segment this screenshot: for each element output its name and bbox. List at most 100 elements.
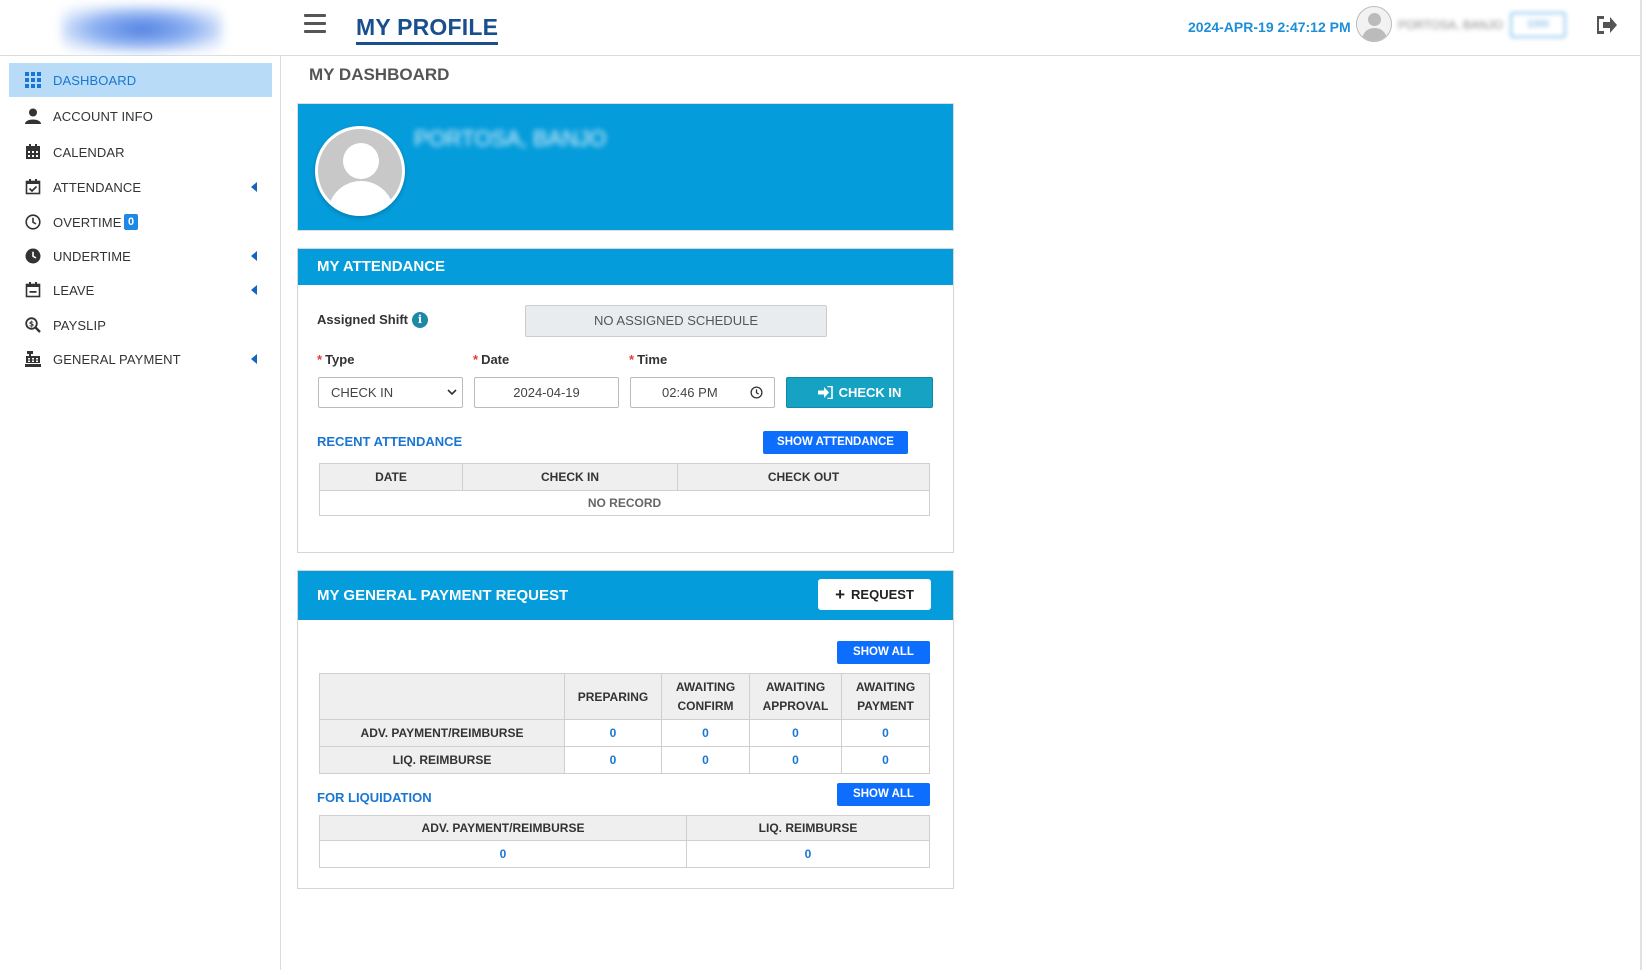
cash-register-icon xyxy=(25,351,41,367)
count-link[interactable]: 0 xyxy=(564,719,662,747)
sidebar-item-label: PAYSLIP xyxy=(53,318,106,333)
top-header: MY PROFILE 2024-APR-19 2:47:12 PM PORTOS… xyxy=(0,0,1642,56)
general-payment-panel: MY GENERAL PAYMENT REQUEST + REQUEST SHOW… xyxy=(297,570,954,889)
assigned-shift-label: Assigned Shift xyxy=(317,312,409,327)
liquidation-table: ADV. PAYMENT/REIMBURSE LIQ. REIMBURSE 0 … xyxy=(319,815,930,868)
sidebar-item-payslip[interactable]: $ PAYSLIP xyxy=(9,308,272,342)
sidebar-item-label: LEAVE xyxy=(53,283,95,298)
sidebar: DASHBOARD ACCOUNT INFO CALENDAR ATTENDAN… xyxy=(0,56,281,970)
sidebar-item-dashboard[interactable]: DASHBOARD xyxy=(9,63,272,97)
count-link[interactable]: 0 xyxy=(749,719,842,747)
general-payment-panel-header: MY GENERAL PAYMENT REQUEST + REQUEST xyxy=(298,571,953,620)
user-id-badge: 1000 xyxy=(1510,12,1566,38)
request-button-label: REQUEST xyxy=(851,587,914,602)
column-header: AWAITING CONFIRM xyxy=(661,673,750,720)
sidebar-item-label: UNDERTIME xyxy=(53,249,131,264)
column-header-empty xyxy=(319,673,565,720)
chevron-left-icon xyxy=(251,354,257,364)
column-header: CHECK OUT xyxy=(677,463,930,491)
profile-name: PORTOSA, BANJO xyxy=(414,126,607,151)
row-label: LIQ. REIMBURSE xyxy=(319,746,565,774)
recent-attendance-title: RECENT ATTENDANCE xyxy=(317,434,463,449)
recent-attendance-table: DATE CHECK IN CHECK OUT NO RECORD xyxy=(319,463,930,516)
chevron-left-icon xyxy=(251,285,257,295)
calendar-minus-icon xyxy=(25,282,41,298)
search-dollar-icon: $ xyxy=(25,317,41,333)
for-liquidation-title: FOR LIQUIDATION xyxy=(317,790,432,805)
row-label: ADV. PAYMENT/REIMBURSE xyxy=(319,719,565,747)
info-icon[interactable]: i xyxy=(412,312,428,328)
sidebar-item-attendance[interactable]: ATTENDANCE xyxy=(9,170,272,204)
sidebar-item-label: CALENDAR xyxy=(53,145,125,160)
profile-card: PORTOSA, BANJO xyxy=(297,103,954,231)
sidebar-item-label: ATTENDANCE xyxy=(53,180,142,195)
logout-icon[interactable] xyxy=(1594,14,1618,36)
attendance-panel-header: MY ATTENDANCE xyxy=(298,249,953,285)
sign-in-icon xyxy=(817,385,833,400)
sidebar-item-undertime[interactable]: UNDERTIME xyxy=(9,239,272,273)
time-field[interactable]: 02:46 PM xyxy=(630,377,775,408)
company-logo[interactable] xyxy=(62,6,222,52)
table-row: 0 0 xyxy=(319,840,930,868)
plus-icon: + xyxy=(835,585,846,604)
type-label: * Type xyxy=(317,352,355,367)
check-in-button-label: CHECK IN xyxy=(838,385,902,400)
panel-title: MY GENERAL PAYMENT REQUEST xyxy=(317,587,569,604)
column-header: AWAITING PAYMENT xyxy=(841,673,930,720)
user-name[interactable]: PORTOSA, BANJO xyxy=(1398,18,1503,32)
date-field[interactable]: 2024-04-19 xyxy=(474,377,619,408)
type-select-value: CHECK IN xyxy=(331,385,394,400)
count-link[interactable]: 0 xyxy=(319,840,687,868)
count-link[interactable]: 0 xyxy=(686,840,930,868)
table-row: LIQ. REIMBURSE 0 0 0 0 xyxy=(319,746,930,774)
calendar-check-icon xyxy=(25,179,41,195)
sidebar-item-account-info[interactable]: ACCOUNT INFO xyxy=(9,99,272,133)
time-field-value: 02:46 PM xyxy=(662,385,718,400)
user-avatar-icon[interactable] xyxy=(1356,6,1392,42)
count-link[interactable]: 0 xyxy=(841,746,930,774)
attendance-panel: MY ATTENDANCE Assigned Shift i NO ASSIGN… xyxy=(297,248,954,553)
column-header: LIQ. REIMBURSE xyxy=(686,815,930,841)
sidebar-item-general-payment[interactable]: GENERAL PAYMENT xyxy=(9,342,272,376)
clock-icon[interactable] xyxy=(750,386,763,399)
assigned-shift-field: NO ASSIGNED SCHEDULE xyxy=(525,305,827,337)
count-link[interactable]: 0 xyxy=(661,719,750,747)
overtime-count-badge: 0 xyxy=(124,214,138,230)
type-select[interactable]: CHECK IN xyxy=(318,377,463,408)
column-header: AWAITING APPROVAL xyxy=(749,673,842,720)
show-all-button[interactable]: SHOW ALL xyxy=(837,641,930,664)
svg-text:$: $ xyxy=(29,319,34,328)
show-attendance-button[interactable]: SHOW ATTENDANCE xyxy=(763,431,908,454)
count-link[interactable]: 0 xyxy=(564,746,662,774)
menu-toggle-icon[interactable] xyxy=(304,14,326,36)
sidebar-item-label: GENERAL PAYMENT xyxy=(53,352,181,367)
grid-icon xyxy=(25,72,41,88)
sidebar-item-label: ACCOUNT INFO xyxy=(53,109,153,124)
chevron-down-icon xyxy=(447,389,457,396)
payment-request-table: PREPARING AWAITING CONFIRM AWAITING APPR… xyxy=(319,673,930,774)
empty-record-text: NO RECORD xyxy=(319,490,930,516)
sidebar-item-leave[interactable]: LEAVE xyxy=(9,273,272,307)
sidebar-item-overtime[interactable]: OVERTIME 0 xyxy=(9,205,272,239)
clock-filled-icon xyxy=(25,248,41,264)
section-title: MY DASHBOARD xyxy=(309,65,450,84)
liquidation-show-all-button[interactable]: SHOW ALL xyxy=(837,783,930,806)
chevron-left-icon xyxy=(251,182,257,192)
chevron-left-icon xyxy=(251,251,257,261)
count-link[interactable]: 0 xyxy=(749,746,842,774)
request-button[interactable]: + REQUEST xyxy=(818,579,931,610)
panel-title: MY ATTENDANCE xyxy=(317,258,446,275)
sidebar-item-label: DASHBOARD xyxy=(53,73,137,88)
count-link[interactable]: 0 xyxy=(841,719,930,747)
check-in-button[interactable]: CHECK IN xyxy=(786,377,933,408)
sidebar-item-calendar[interactable]: CALENDAR xyxy=(9,135,272,169)
clock-icon xyxy=(25,214,41,230)
date-label: * Date xyxy=(473,352,510,367)
column-header: DATE xyxy=(319,463,463,491)
column-header: PREPARING xyxy=(564,673,662,720)
count-link[interactable]: 0 xyxy=(661,746,750,774)
time-label: * Time xyxy=(629,352,668,367)
table-row: ADV. PAYMENT/REIMBURSE 0 0 0 0 xyxy=(319,719,930,747)
user-icon xyxy=(25,108,41,124)
page-title: MY PROFILE xyxy=(356,14,499,45)
